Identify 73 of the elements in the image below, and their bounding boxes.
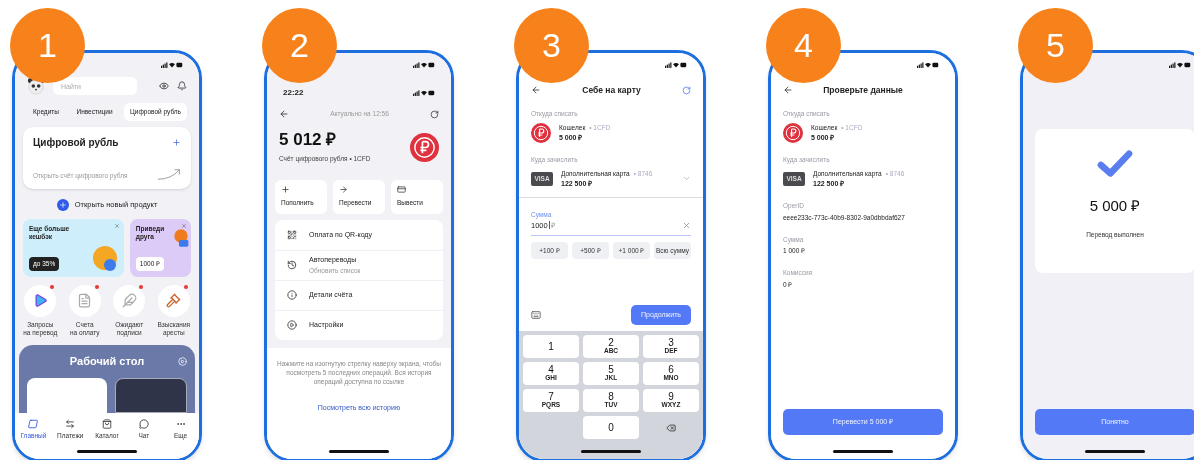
refresh-icon[interactable] — [430, 109, 439, 119]
key-digit: 0 — [608, 422, 614, 433]
arrows-icon — [65, 419, 76, 429]
key-digit: 2 — [608, 338, 614, 349]
checkmark-icon — [1096, 149, 1134, 179]
plus-icon — [281, 185, 290, 195]
status-icons-drawing — [413, 90, 435, 96]
step-number-badge: 2 — [262, 8, 337, 83]
close-icon[interactable] — [181, 222, 187, 229]
key-digit: 9 — [668, 392, 674, 403]
status-icons-drawing — [161, 62, 183, 68]
gavel-icon — [166, 293, 182, 309]
play-icon — [32, 293, 48, 309]
back-arrow-icon[interactable] — [531, 85, 541, 95]
success-amount: 5 000 ₽ — [1089, 196, 1141, 216]
balance-amount: 5 012 ₽ — [279, 131, 338, 148]
chat-icon — [138, 419, 149, 429]
workspace-card[interactable] — [27, 377, 107, 413]
status-icons-drawing — [917, 62, 939, 68]
key-digit: 1 — [548, 341, 554, 352]
plus-icon[interactable] — [172, 137, 181, 147]
key-digit: 6 — [668, 365, 674, 376]
bell-icon[interactable] — [177, 81, 187, 91]
document-icon — [77, 293, 93, 309]
play-circle-icon[interactable] — [178, 356, 187, 366]
bag-icon — [102, 419, 112, 429]
feather-icon — [121, 293, 137, 309]
home-indicator — [833, 450, 893, 453]
ruble-logo-icon — [783, 122, 803, 143]
refresh-icon[interactable] — [682, 85, 691, 95]
home-indicator — [77, 450, 137, 453]
status-icons-drawing — [665, 62, 687, 68]
key-digit: 3 — [668, 338, 674, 349]
key-digit: 8 — [608, 392, 614, 403]
status-icons-drawing — [1169, 62, 1191, 68]
eye-icon[interactable] — [159, 81, 169, 91]
play-circle-icon — [287, 320, 297, 331]
backspace-icon — [666, 422, 676, 433]
info-icon — [287, 290, 297, 301]
key-digit: 4 — [548, 365, 554, 376]
home-indicator — [581, 450, 641, 453]
status-icons-drawing — [413, 62, 435, 68]
card-title: Цифровой рубль — [33, 135, 119, 150]
status-time: 22:22 — [283, 87, 304, 99]
clock-icon — [287, 260, 297, 271]
keyboard-icon[interactable] — [531, 310, 541, 320]
close-icon[interactable] — [113, 222, 120, 229]
screen-title: Проверьте данные — [823, 83, 903, 97]
step-number-badge: 4 — [766, 8, 841, 83]
ruble-logo-icon — [531, 122, 551, 143]
workspace-panel[interactable]: Рабочий стол — [19, 345, 195, 413]
workspace-card[interactable] — [115, 377, 187, 413]
qr-code-icon — [287, 229, 297, 240]
arrow-right-icon — [339, 185, 348, 195]
step-number-badge: 3 — [514, 8, 589, 83]
keypad-key[interactable]: 1 — [523, 335, 579, 358]
card-icon — [397, 185, 406, 195]
text-cursor — [548, 221, 550, 230]
screen-title: Себе на карту — [582, 83, 641, 97]
home-indicator — [1085, 450, 1145, 453]
key-digit: 7 — [548, 392, 554, 403]
ruble-logo-icon — [410, 132, 439, 162]
home-indicator — [329, 450, 389, 453]
curved-arrow-icon — [157, 167, 181, 181]
step-number-badge: 5 — [1018, 8, 1093, 83]
step-number-badge: 1 — [10, 8, 85, 83]
workspace-title: Рабочий стол — [69, 354, 145, 369]
key-digit: 5 — [608, 365, 614, 376]
home-icon — [27, 419, 40, 429]
back-arrow-icon[interactable] — [279, 109, 289, 119]
keypad-key[interactable]: 0 — [583, 416, 639, 439]
back-arrow-icon[interactable] — [783, 85, 793, 95]
clear-icon[interactable] — [682, 220, 691, 230]
